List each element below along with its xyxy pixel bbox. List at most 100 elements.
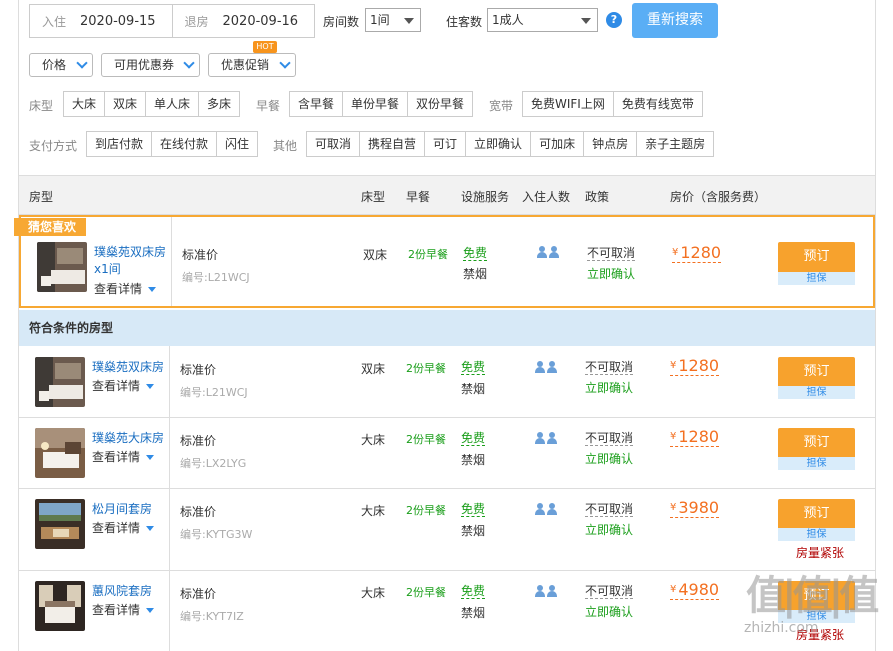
- room-photo[interactable]: [35, 428, 85, 478]
- room-name-link[interactable]: 璞燊苑大床房: [92, 430, 164, 447]
- checkin-date[interactable]: 2020-09-15: [80, 14, 156, 29]
- other-option[interactable]: 立即确认: [465, 131, 532, 157]
- checkout-field[interactable]: 退房 2020-09-16: [171, 5, 315, 37]
- guarantee-label[interactable]: 担保: [778, 528, 855, 541]
- view-details-link[interactable]: 查看详情: [92, 448, 155, 465]
- free-wifi[interactable]: 免费: [463, 246, 488, 261]
- header-occupancy: 入住人数: [522, 190, 571, 204]
- breakfast-option[interactable]: 含早餐: [289, 91, 344, 117]
- free-wifi[interactable]: 免费: [461, 360, 486, 375]
- room-photo[interactable]: [35, 581, 85, 631]
- rooms-value: 1间: [370, 13, 390, 27]
- other-option[interactable]: 可取消: [306, 131, 361, 157]
- broadband-option[interactable]: 免费WIFI上网: [522, 91, 614, 117]
- bed-option[interactable]: 单人床: [145, 91, 200, 117]
- free-wifi[interactable]: 免费: [461, 584, 486, 599]
- room-photo[interactable]: [35, 357, 85, 407]
- book-button[interactable]: 预订: [778, 499, 855, 529]
- guests-select[interactable]: 1成人: [487, 8, 598, 32]
- other-option[interactable]: 可订: [424, 131, 467, 157]
- cancel-policy[interactable]: 不可取消: [585, 360, 634, 375]
- guarantee-label[interactable]: 担保: [778, 272, 855, 285]
- guarantee-label[interactable]: 担保: [778, 386, 855, 399]
- promotion-dropdown-label: 优惠促销: [221, 58, 270, 72]
- free-wifi[interactable]: 免费: [461, 502, 486, 517]
- breakfast-option[interactable]: 双份早餐: [407, 91, 474, 117]
- currency-symbol: ¥: [670, 360, 677, 371]
- book-button[interactable]: 预订: [778, 357, 855, 387]
- view-details-link[interactable]: 查看详情: [92, 377, 155, 394]
- site-watermark: 值|值|值 zhizhi.com: [726, 572, 886, 648]
- bed-option[interactable]: 多床: [198, 91, 241, 117]
- bed-option[interactable]: 双床: [104, 91, 147, 117]
- checkout-date[interactable]: 2020-09-16: [223, 14, 299, 29]
- room-name-link[interactable]: 松月间套房: [92, 501, 152, 518]
- table-header: 房型 床型 早餐 设施服务 入住人数 政策 房价（含服务费）: [19, 175, 875, 215]
- view-details-link[interactable]: 查看详情: [92, 601, 155, 618]
- view-details-link[interactable]: 查看详情: [92, 519, 155, 536]
- caret-down-icon: [146, 384, 155, 389]
- price-dropdown[interactable]: 价格: [29, 53, 93, 77]
- caret-down-icon: [148, 287, 157, 292]
- other-filter-label: 其他: [273, 139, 298, 153]
- view-details-link[interactable]: 查看详情: [94, 280, 157, 297]
- guarantee-label[interactable]: 担保: [778, 457, 855, 470]
- other-option[interactable]: 可加床: [530, 131, 585, 157]
- no-smoking: 禁烟: [461, 524, 486, 538]
- view-details-label: 查看详情: [92, 379, 141, 393]
- bed-option[interactable]: 大床: [63, 91, 106, 117]
- rate-plan: 标准价: [180, 434, 217, 448]
- help-icon[interactable]: ?: [606, 12, 622, 28]
- date-range-picker[interactable]: 入住 2020-09-15 退房 2020-09-16: [29, 4, 315, 38]
- chevron-down-icon: [76, 57, 88, 69]
- watermark-text: zhizhi.com: [744, 620, 819, 636]
- payment-option[interactable]: 闪住: [216, 131, 259, 157]
- broadband-option[interactable]: 免费有线宽带: [612, 91, 703, 117]
- room-photo[interactable]: [35, 499, 85, 549]
- promotion-dropdown[interactable]: 优惠促销: [208, 53, 296, 77]
- header-bed: 床型: [361, 190, 386, 204]
- breakfast-info: 2份早餐: [406, 504, 446, 517]
- caret-down-icon: [404, 18, 414, 24]
- free-wifi[interactable]: 免费: [461, 431, 486, 446]
- view-details-label: 查看详情: [94, 282, 143, 296]
- room-name-link[interactable]: 蕙风院套房: [92, 583, 152, 600]
- book-button[interactable]: 预订: [778, 242, 855, 272]
- rate-plan: 标准价: [180, 587, 217, 601]
- two-people-icon: [535, 361, 559, 373]
- room-photo[interactable]: [37, 242, 87, 292]
- book-button[interactable]: 预订: [778, 428, 855, 458]
- bed-type: 双床: [363, 248, 388, 262]
- room-price: ¥1280: [670, 428, 720, 447]
- two-people-icon: [535, 585, 559, 597]
- other-option[interactable]: 携程自营: [359, 131, 426, 157]
- room-name-link[interactable]: 璞燊苑双床房: [92, 359, 164, 376]
- header-facilities: 设施服务: [461, 190, 510, 204]
- coupon-dropdown[interactable]: 可用优惠券: [101, 53, 200, 77]
- other-option[interactable]: 亲子主题房: [636, 131, 715, 157]
- cancel-policy[interactable]: 不可取消: [585, 431, 634, 446]
- table-row: 璞燊苑双床房 查看详情 标准价 编号:L21WCJ 双床 2份早餐 免费 禁烟 …: [19, 346, 875, 418]
- room-name-link[interactable]: 璞燊苑双床房x1间: [94, 244, 172, 278]
- checkin-label: 入住: [42, 14, 67, 29]
- rooms-select[interactable]: 1间: [365, 8, 421, 32]
- bed-type: 大床: [361, 586, 386, 600]
- cancel-policy[interactable]: 不可取消: [585, 584, 634, 599]
- search-again-button[interactable]: 重新搜索: [632, 3, 718, 38]
- breakfast-filter-group: 含早餐 单份早餐 双份早餐: [289, 91, 474, 117]
- payment-filter-label: 支付方式: [29, 139, 78, 153]
- cancel-policy[interactable]: 不可取消: [585, 502, 634, 517]
- caret-down-icon: [581, 18, 591, 24]
- instant-confirm: 立即确认: [585, 605, 634, 619]
- price-value: 1280: [680, 243, 722, 262]
- payment-option[interactable]: 到店付款: [86, 131, 153, 157]
- payment-option[interactable]: 在线付款: [151, 131, 218, 157]
- cancel-policy[interactable]: 不可取消: [587, 246, 636, 261]
- other-option[interactable]: 钟点房: [583, 131, 638, 157]
- recommended-tag: 猜您喜欢: [14, 218, 87, 236]
- chevron-down-icon: [183, 57, 195, 69]
- checkin-field[interactable]: 入住 2020-09-15: [30, 5, 172, 37]
- divider: [169, 489, 170, 570]
- breakfast-option[interactable]: 单份早餐: [342, 91, 409, 117]
- table-row: 璞燊苑大床房 查看详情 标准价 编号:LX2LYG 大床 2份早餐 免费 禁烟 …: [19, 418, 875, 489]
